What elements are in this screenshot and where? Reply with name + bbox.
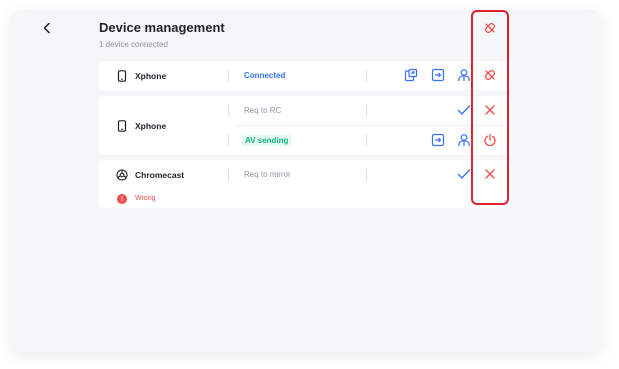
transfer-button[interactable] [430,67,446,83]
chromecast-icon [116,169,128,181]
back-button[interactable] [38,19,56,37]
user-button[interactable] [456,67,472,83]
transfer-button[interactable] [430,132,446,148]
transfer-icon [431,68,445,82]
reject-button[interactable] [482,102,498,118]
device-name: Xphone [135,71,167,81]
check-icon [457,105,471,115]
row-divider [235,125,505,126]
divider [366,104,367,116]
divider [228,104,229,116]
chevron-left-icon [43,22,50,34]
page-title: Device management [99,20,225,35]
disconnect-all-button[interactable] [482,20,498,36]
close-icon [485,105,495,115]
divider [366,169,367,181]
status-av-sending: AV sending [242,135,292,146]
disconnect-icon [485,70,495,80]
disconnect-button[interactable] [482,67,498,83]
device-name: Xphone [135,121,167,131]
phone-icon [116,120,128,132]
power-off-button[interactable] [482,132,498,148]
share-screen-icon [404,68,418,82]
divider [366,70,367,82]
device-card-chromecast [99,160,511,208]
user-icon [458,134,470,146]
phone-icon [116,70,128,82]
device-name: Chromecast [135,170,185,180]
warning-icon: ! [117,194,127,204]
status-req-rc: Req to RC [244,106,282,115]
share-screen-button[interactable] [403,67,419,83]
user-icon [458,69,470,81]
check-icon [457,169,471,179]
divider [366,134,367,146]
status-connected: Connected [244,71,286,80]
close-icon [485,169,495,179]
power-icon [484,133,496,147]
divider [228,169,229,181]
reject-button[interactable] [482,166,498,182]
status-req-mirror: Req to mirror [244,170,291,179]
transfer-icon [431,133,445,147]
accept-button[interactable] [456,102,472,118]
divider [228,134,229,146]
accept-button[interactable] [456,166,472,182]
disconnect-icon [485,23,495,33]
device-count: 1 device connected [99,40,168,49]
warning-text: Wrong [135,195,156,202]
user-button[interactable] [456,132,472,148]
divider [228,70,229,82]
